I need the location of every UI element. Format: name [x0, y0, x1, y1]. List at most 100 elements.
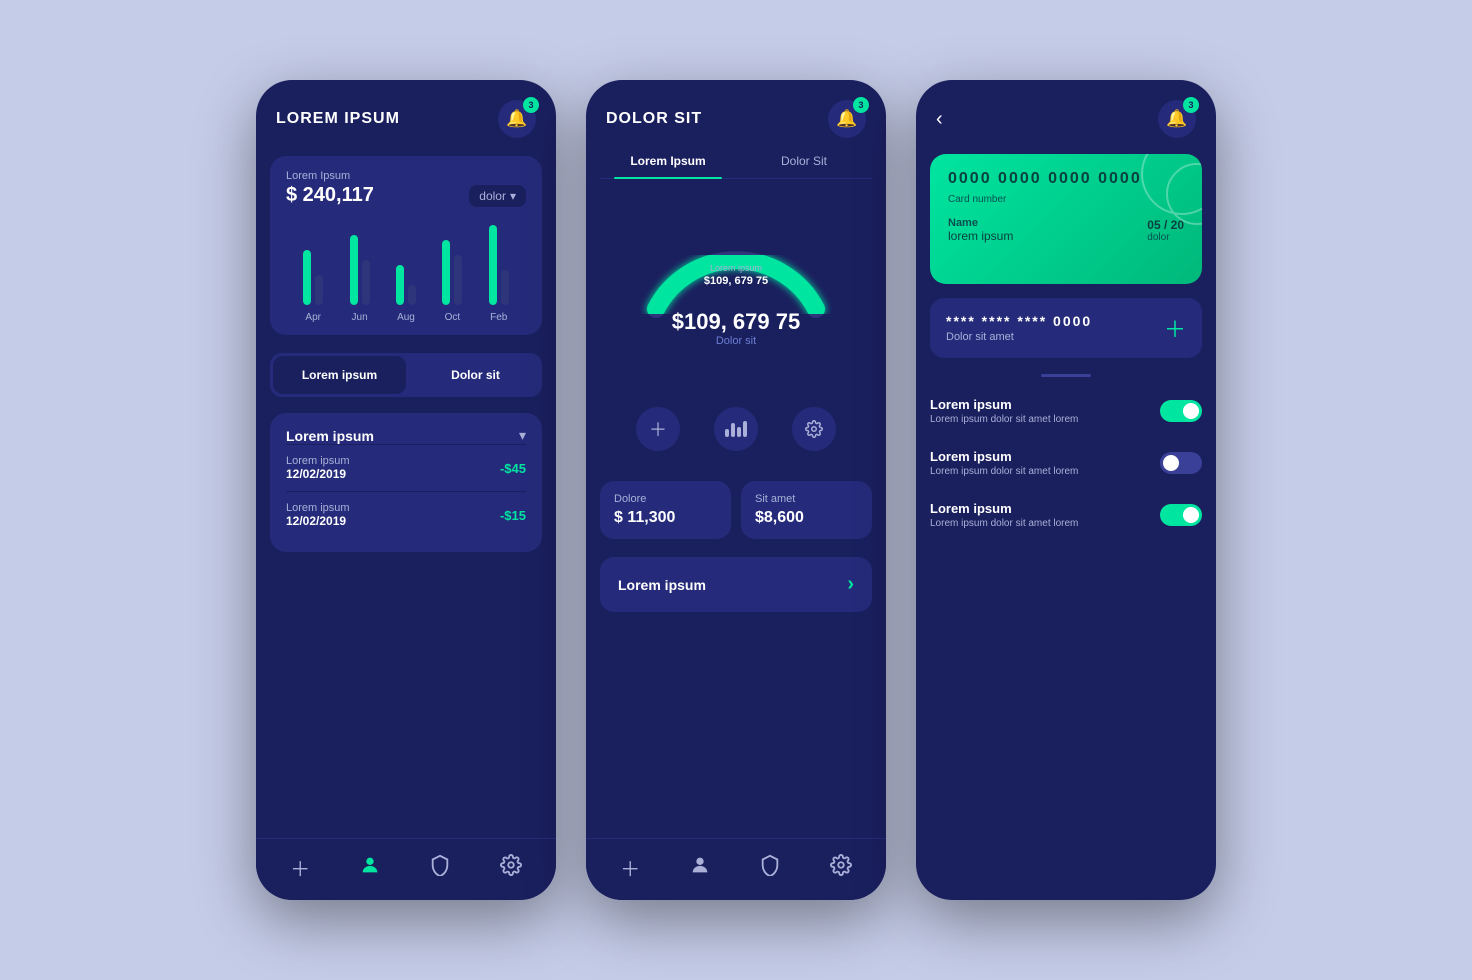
bottom-nav-2: ＋ — [586, 838, 886, 900]
bell-icon-3: 🔔 — [1166, 109, 1187, 129]
svg-text:$109, 679 75: $109, 679 75 — [704, 275, 768, 287]
toggle-switch-3[interactable] — [1160, 504, 1202, 526]
stat-label-dolore: Dolore — [614, 493, 717, 505]
toggle-text-2: Lorem ipsum Lorem ipsum dolor sit amet l… — [930, 449, 1078, 477]
transaction-item-1: Lorem ipsum 12/02/2019 -$45 — [286, 444, 526, 491]
card-decoration — [1112, 154, 1202, 244]
dropdown-button[interactable]: dolor ▾ — [469, 185, 526, 207]
lorem-btn-text: Lorem ipsum — [618, 577, 706, 593]
balance-card: Lorem Ipsum $ 240,117 dolor ▾ Apr — [270, 156, 542, 335]
stat-card-sit: Sit amet $8,600 — [741, 481, 872, 539]
back-button[interactable]: ‹ — [936, 108, 943, 131]
screen1-title: LOREM IPSUM — [276, 110, 400, 128]
bar-oct-2 — [454, 255, 462, 305]
bar-apr-2 — [315, 275, 323, 305]
add-card-info: **** **** **** 0000 Dolor sit amet — [946, 313, 1092, 343]
balance-row: $ 240,117 dolor ▾ — [286, 184, 526, 207]
nav-shield-icon-2[interactable] — [759, 854, 781, 882]
chart-group-jun: Jun — [350, 235, 370, 323]
stat-value-sit: $8,600 — [755, 509, 858, 527]
settings-action-button[interactable] — [792, 407, 836, 451]
nav-add-icon-2[interactable]: ＋ — [620, 853, 640, 882]
toggle-item-2: Lorem ipsum Lorem ipsum dolor sit amet l… — [916, 437, 1216, 489]
screen1-header: LOREM IPSUM 🔔 3 — [256, 80, 556, 148]
bell-icon-2: 🔔 — [836, 109, 857, 129]
chart-label-feb: Feb — [490, 312, 507, 323]
add-card-label: Dolor sit amet — [946, 331, 1092, 343]
chevron-down-icon: ▾ — [510, 189, 516, 203]
nav-shield-icon-1[interactable] — [429, 854, 451, 882]
gauge-container: Lorem ipsum $109, 679 75 $109, 679 75 Do… — [586, 179, 886, 471]
stat-cards: Dolore $ 11,300 Sit amet $8,600 — [600, 481, 872, 539]
trans-amount-2: -$15 — [500, 508, 526, 523]
card-name-section: Name lorem ipsum — [948, 217, 1013, 243]
bell-badge-2: 3 — [853, 97, 869, 113]
trans-info-1: Lorem ipsum 12/02/2019 — [286, 455, 350, 481]
toggle-title-3: Lorem ipsum — [930, 501, 1078, 516]
balance-amount: $ 240,117 — [286, 184, 374, 207]
card-name-value: lorem ipsum — [948, 229, 1013, 243]
trans-name-1: Lorem ipsum — [286, 455, 350, 467]
add-card-button[interactable]: ＋ — [1164, 312, 1186, 344]
toggle-switch-2[interactable] — [1160, 452, 1202, 474]
tab-lorem-ipsum[interactable]: Lorem ipsum — [273, 356, 406, 394]
accordion-header[interactable]: Lorem ipsum ▾ — [286, 427, 526, 444]
screen2-title: DOLOR SIT — [606, 110, 702, 128]
screen2-tabs: Lorem Ipsum Dolor Sit — [600, 144, 872, 179]
toggle-item-3: Lorem ipsum Lorem ipsum dolor sit amet l… — [916, 489, 1216, 541]
stat-card-dolore: Dolore $ 11,300 — [600, 481, 731, 539]
nav-user-icon-1[interactable] — [359, 854, 381, 882]
chart-label-apr: Apr — [305, 312, 321, 323]
trans-date-1: 12/02/2019 — [286, 467, 350, 481]
gauge-svg: Lorem ipsum $109, 679 75 — [636, 199, 836, 319]
toggle-desc-3: Lorem ipsum dolor sit amet lorem — [930, 518, 1078, 529]
balance-label: Lorem Ipsum — [286, 170, 526, 182]
bar-feb-2 — [501, 270, 509, 305]
svg-text:Lorem ipsum: Lorem ipsum — [710, 263, 762, 273]
chart-group-feb: Feb — [489, 225, 509, 323]
accordion-card: Lorem ipsum ▾ Lorem ipsum 12/02/2019 -$4… — [270, 413, 542, 552]
toggle-title-2: Lorem ipsum — [930, 449, 1078, 464]
toggle-switch-1[interactable] — [1160, 400, 1202, 422]
bell-button-2[interactable]: 🔔 3 — [828, 100, 866, 138]
s2-tab-lorem[interactable]: Lorem Ipsum — [600, 144, 736, 178]
chart-group-oct: Oct — [442, 240, 462, 323]
arrow-right-icon: › — [847, 573, 854, 596]
lorem-cta-button[interactable]: Lorem ipsum › — [600, 557, 872, 612]
accordion-title: Lorem ipsum — [286, 428, 374, 444]
chart-label-aug: Aug — [397, 312, 415, 323]
nav-settings-icon-1[interactable] — [500, 854, 522, 882]
stat-label-sit: Sit amet — [755, 493, 858, 505]
gauge-amount: $109, 679 75 — [672, 309, 800, 335]
chart-icon-button[interactable] — [714, 407, 758, 451]
credit-card: 0000 0000 0000 0000 Card number Name lor… — [930, 154, 1202, 284]
nav-user-icon-2[interactable] — [689, 854, 711, 882]
chart-area: Apr Jun Aug Oc — [286, 207, 526, 327]
bell-button-3[interactable]: 🔔 3 — [1158, 100, 1196, 138]
toggle-desc-2: Lorem ipsum dolor sit amet lorem — [930, 466, 1078, 477]
bell-icon-1: 🔔 — [506, 109, 527, 129]
screen3-header: ‹ 🔔 3 — [916, 80, 1216, 148]
nav-add-icon-1[interactable]: ＋ — [290, 853, 310, 882]
bar-jun-2 — [362, 260, 370, 305]
tab-dolor-sit[interactable]: Dolor sit — [409, 353, 542, 397]
bell-badge-1: 3 — [523, 97, 539, 113]
bar-oct-1 — [442, 240, 450, 305]
s2-tab-dolor[interactable]: Dolor Sit — [736, 144, 872, 178]
nav-settings-icon-2[interactable] — [830, 854, 852, 882]
bar-apr-1 — [303, 250, 311, 305]
chevron-down-icon-accordion: ▾ — [519, 427, 526, 444]
trans-info-2: Lorem ipsum 12/02/2019 — [286, 502, 350, 528]
bell-button-1[interactable]: 🔔 3 — [498, 100, 536, 138]
bottom-nav-1: ＋ — [256, 838, 556, 900]
screen2-header: DOLOR SIT 🔔 3 — [586, 80, 886, 144]
transaction-item-2: Lorem ipsum 12/02/2019 -$15 — [286, 491, 526, 538]
add-action-button[interactable]: ＋ — [636, 407, 680, 451]
chart-label-oct: Oct — [445, 312, 461, 323]
trans-amount-1: -$45 — [500, 461, 526, 476]
toggle-text-3: Lorem ipsum Lorem ipsum dolor sit amet l… — [930, 501, 1078, 529]
bar-feb-1 — [489, 225, 497, 305]
trans-name-2: Lorem ipsum — [286, 502, 350, 514]
masked-card-number: **** **** **** 0000 — [946, 313, 1092, 329]
tabs-row: Lorem ipsum Dolor sit — [270, 353, 542, 397]
